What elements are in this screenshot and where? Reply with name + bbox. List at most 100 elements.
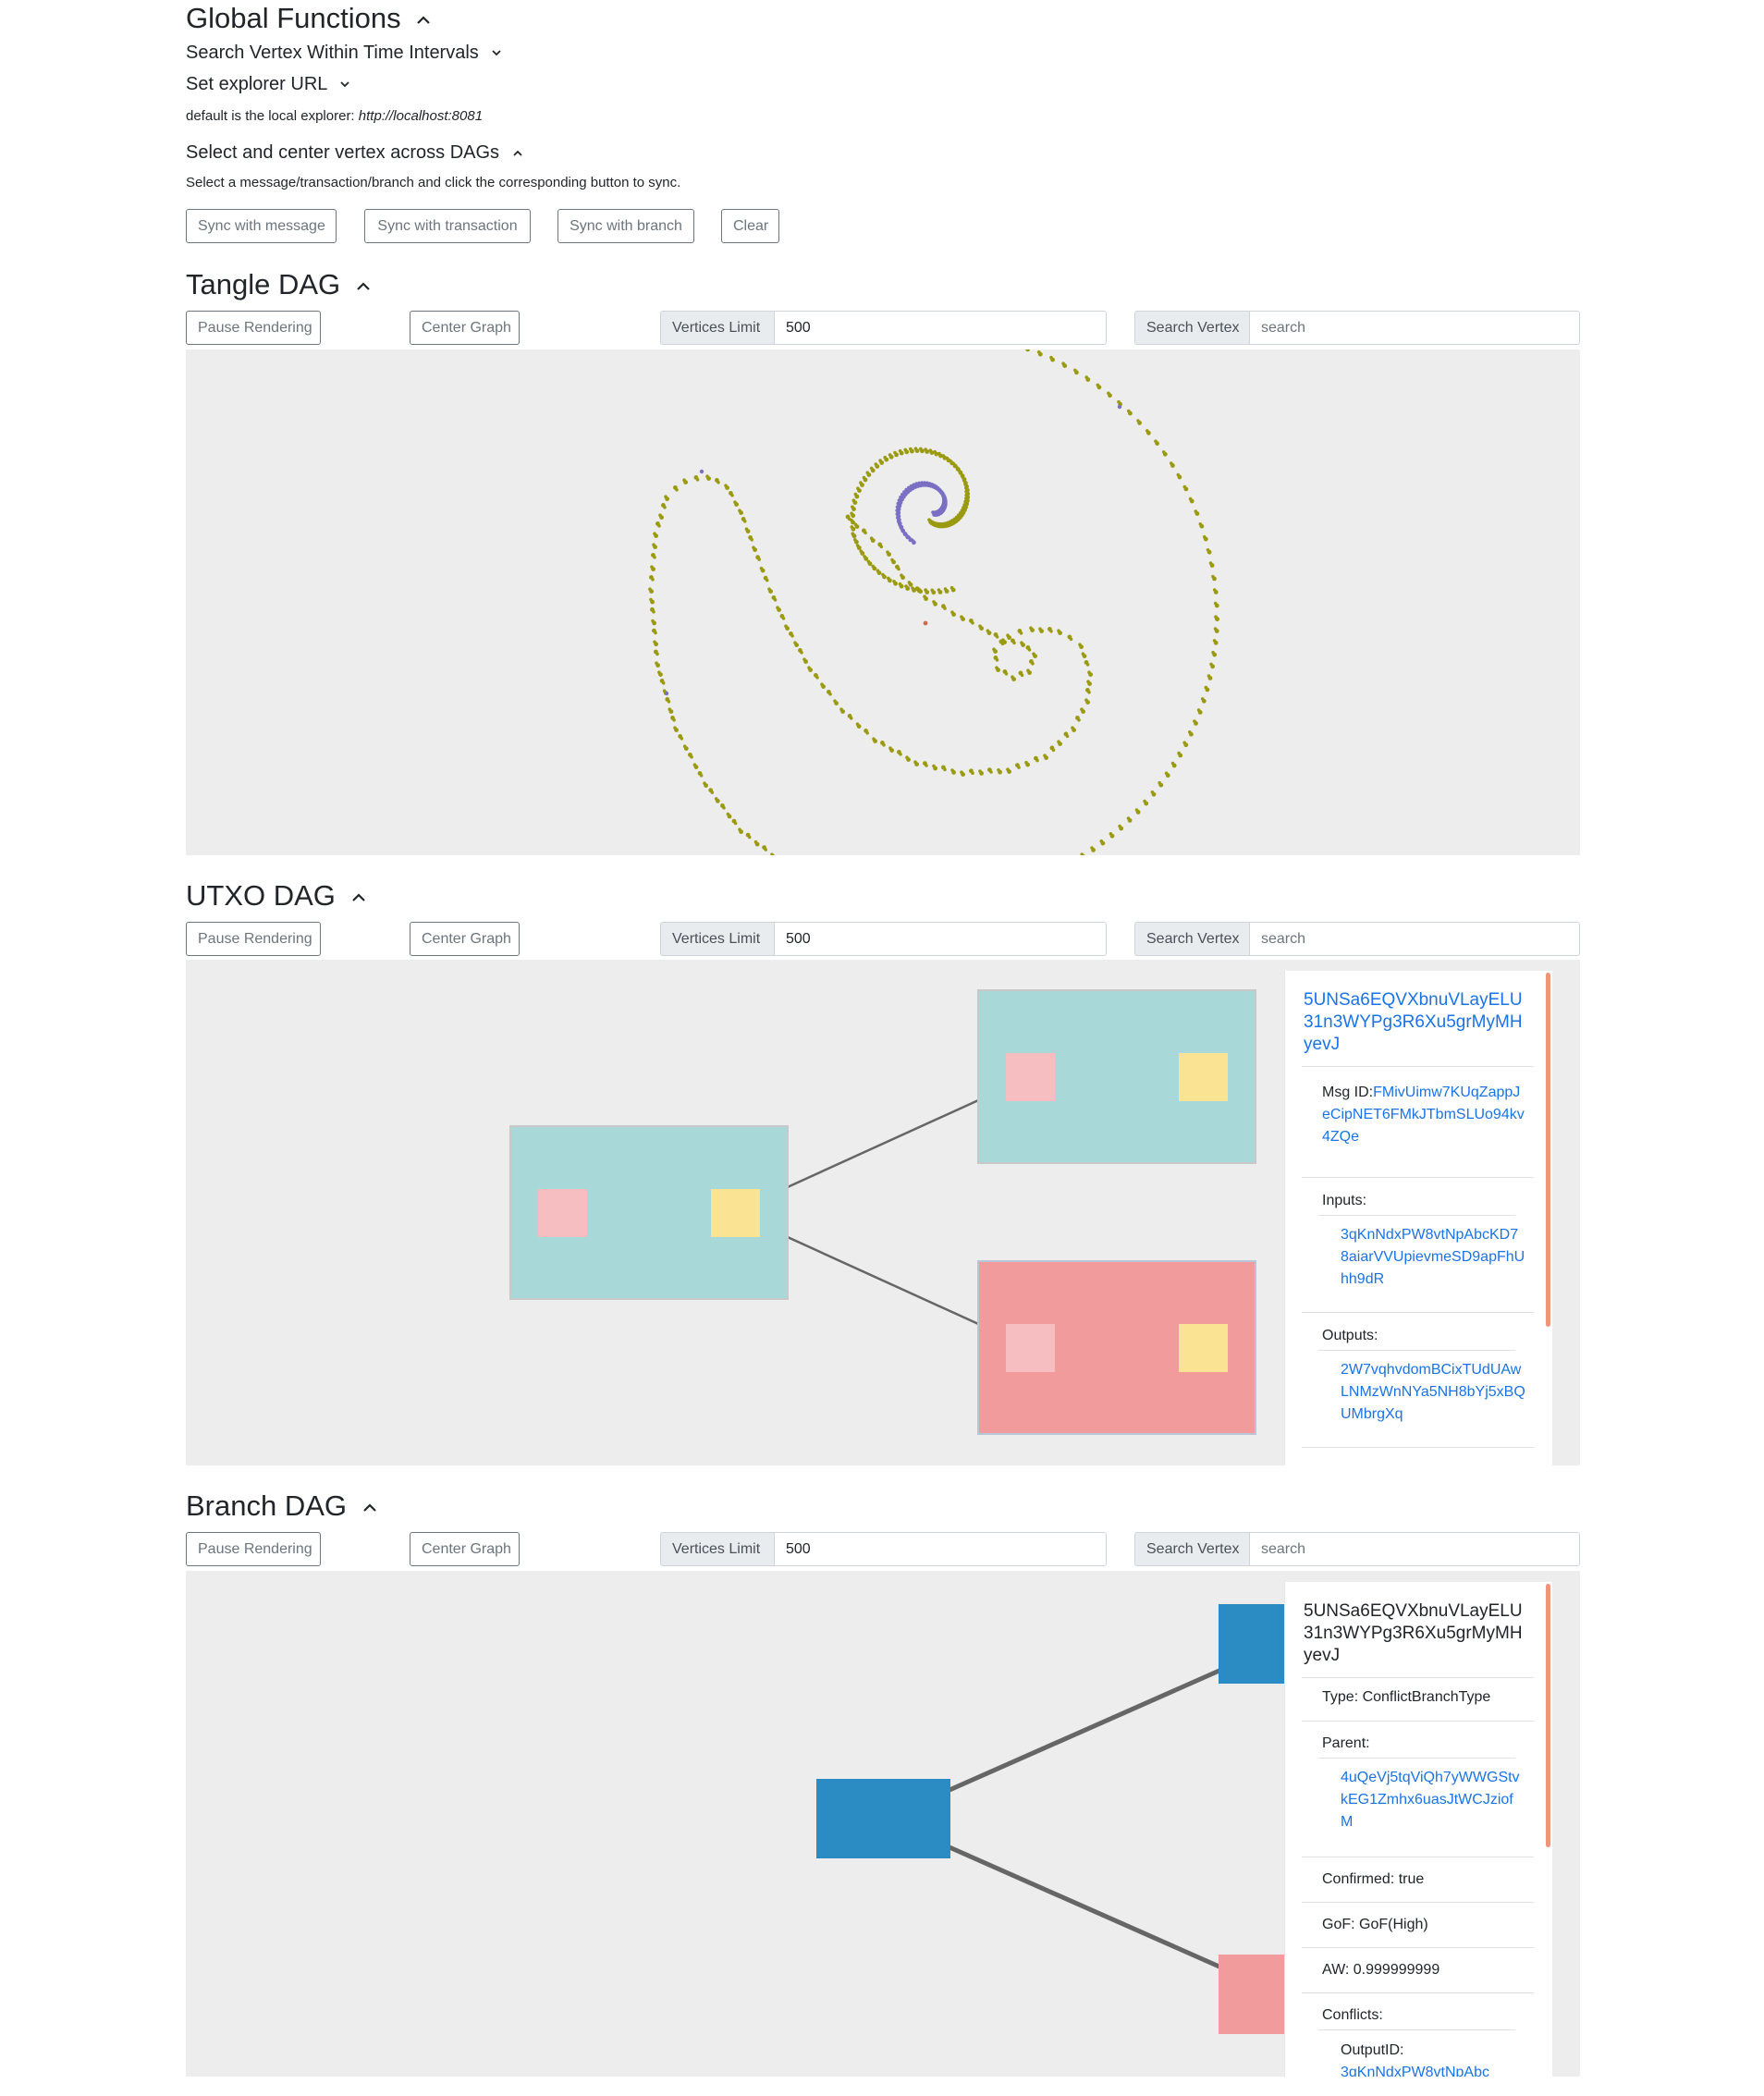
tangle-vertex[interactable]: [859, 481, 863, 484]
tangle-vertex[interactable]: [661, 681, 666, 685]
tangle-vertex[interactable]: [907, 535, 912, 540]
tangle-vertex[interactable]: [1065, 734, 1070, 739]
tangle-vertex[interactable]: [997, 768, 1000, 772]
tangle-vertex[interactable]: [839, 707, 843, 711]
tangle-vertex[interactable]: [898, 582, 902, 586]
tangle-vertex[interactable]: [995, 658, 999, 662]
tangle-vertex[interactable]: [1164, 771, 1169, 776]
tangle-vertex[interactable]: [1182, 484, 1187, 489]
tangle-vertex[interactable]: [919, 447, 923, 451]
branch-center-graph-button[interactable]: Center Graph: [410, 1532, 520, 1566]
tangle-vertex[interactable]: [917, 587, 921, 592]
tangle-vertex[interactable]: [690, 755, 693, 759]
tangle-vertex[interactable]: [899, 496, 902, 499]
branch-pause-rendering-button[interactable]: Pause Rendering: [186, 1532, 321, 1566]
panel-scrollbar[interactable]: [1546, 1584, 1550, 1847]
tangle-vertex[interactable]: [899, 753, 902, 756]
tangle-vertex[interactable]: [909, 447, 913, 451]
tangle-vertex[interactable]: [893, 450, 897, 455]
tangle-vertex[interactable]: [856, 486, 860, 490]
tangle-vertex[interactable]: [773, 598, 778, 602]
parent-link[interactable]: 4uQeVj5tqViQh7yWWGStvkEG1Zmhx6uasJtWCJzi…: [1341, 1767, 1525, 1833]
tangle-vertex[interactable]: [866, 559, 871, 564]
tangle-vertex[interactable]: [1001, 638, 1005, 642]
tangle-vertex[interactable]: [815, 676, 819, 680]
tangle-vertex[interactable]: [1057, 740, 1060, 743]
tangle-vertex[interactable]: [879, 545, 884, 549]
tangle-vertex[interactable]: [1085, 663, 1090, 667]
utxo-vertex-id-link[interactable]: 5UNSa6EQVXbnuVLayELU31n3WYPg3R6Xu5grMyMH…: [1304, 989, 1525, 1056]
tangle-vertex[interactable]: [753, 840, 758, 844]
tangle-vertex[interactable]: [682, 744, 687, 748]
tangle-vertex[interactable]: [950, 768, 954, 772]
tangle-vertex[interactable]: [650, 565, 654, 569]
tangle-vertex[interactable]: [1017, 766, 1021, 769]
tangle-vertex[interactable]: [733, 821, 738, 826]
tangle-vertex[interactable]: [1081, 652, 1085, 656]
tangle-vertex[interactable]: [896, 516, 900, 520]
tangle-vertex[interactable]: [995, 635, 999, 639]
tangle-vertex[interactable]: [1043, 754, 1047, 757]
tangle-vertex[interactable]: [1049, 355, 1053, 360]
output-link[interactable]: 2W7vqhvdomBCixTUdUAwLNMzWnNYa5NH8bYj5xBQ…: [1341, 1359, 1525, 1426]
tangle-vertex[interactable]: [663, 506, 667, 509]
utxo-search-input[interactable]: search: [1250, 922, 1580, 956]
utxo-center-graph-button[interactable]: Center Graph: [410, 922, 520, 956]
tangle-vertex[interactable]: [1204, 685, 1208, 690]
tangle-vertex[interactable]: [757, 558, 761, 561]
tangle-vertex[interactable]: [1025, 349, 1030, 352]
input-link[interactable]: 3qKnNdxPW8vtNpAbcKD78aiarVVUpievmeSD9apF…: [1341, 1224, 1525, 1291]
tangle-vertex[interactable]: [738, 827, 741, 831]
conflict-branch-node[interactable]: [1219, 1955, 1292, 2034]
tangle-vertex[interactable]: [793, 641, 797, 644]
tangle-vertex[interactable]: [724, 484, 728, 487]
tangle-vertex[interactable]: [1087, 670, 1091, 674]
tangle-vertex[interactable]: [653, 532, 656, 535]
tangle-vertex[interactable]: [859, 549, 863, 553]
tangle-vertex[interactable]: [1031, 662, 1035, 666]
tangle-vertex[interactable]: [653, 556, 656, 559]
tangle-vertex[interactable]: [900, 573, 903, 577]
tangle-vertex[interactable]: [896, 501, 900, 506]
tangle-vertex[interactable]: [1150, 791, 1155, 794]
tangle-vertex[interactable]: [943, 767, 947, 772]
tangle-vertex[interactable]: [833, 699, 837, 703]
tangle-vertex[interactable]: [913, 760, 917, 764]
tangle-pause-rendering-button[interactable]: Pause Rendering: [186, 311, 321, 345]
tangle-vertex[interactable]: [800, 651, 803, 655]
tangle-vertex[interactable]: [1038, 627, 1042, 631]
tangle-vertex[interactable]: [750, 538, 753, 542]
tangle-vertex[interactable]: [1004, 672, 1009, 676]
branch-vertices-limit-input[interactable]: 500: [775, 1532, 1107, 1566]
tangle-vertex[interactable]: [668, 707, 672, 711]
tangle-vertex[interactable]: [1032, 652, 1035, 656]
tangle-vertex[interactable]: [905, 755, 909, 759]
tangle-vertex[interactable]: [1073, 368, 1077, 373]
tangle-vertex[interactable]: [971, 771, 974, 775]
tangle-vertex[interactable]: [989, 770, 993, 774]
utxo-pause-rendering-button[interactable]: Pause Rendering: [186, 922, 321, 956]
tangle-center-graph-button[interactable]: Center Graph: [410, 311, 520, 345]
tangle-vertex[interactable]: [752, 545, 755, 549]
tangle-vertex[interactable]: [733, 500, 737, 504]
sync-with-transaction-button[interactable]: Sync with transaction: [364, 209, 531, 243]
tangle-vertex[interactable]: [649, 597, 653, 602]
tangle-vertex[interactable]: [878, 459, 882, 462]
tangle-vertex[interactable]: [652, 543, 655, 546]
tangle-vertex[interactable]: [900, 526, 903, 531]
tangle-vertex[interactable]: [1134, 808, 1139, 812]
tangle-vertex[interactable]: [1024, 760, 1028, 765]
tangle-vertex[interactable]: [1154, 439, 1158, 443]
branch-search-input[interactable]: search: [1250, 1532, 1580, 1566]
tangle-vertex[interactable]: [1006, 633, 1010, 637]
tangle-vertex[interactable]: [726, 812, 730, 816]
tangle-vertex[interactable]: [992, 647, 996, 651]
tangle-vertex[interactable]: [876, 569, 880, 572]
utxo-dag-header[interactable]: UTXO DAG: [186, 879, 366, 913]
tangle-vertex[interactable]: [850, 511, 853, 516]
tangle-vertex[interactable]: [652, 609, 655, 614]
tangle-vertex[interactable]: [1084, 698, 1088, 702]
tangle-vertex[interactable]: [1188, 730, 1192, 734]
tangle-vertex[interactable]: [682, 478, 686, 482]
tangle-vertex[interactable]: [672, 718, 676, 722]
